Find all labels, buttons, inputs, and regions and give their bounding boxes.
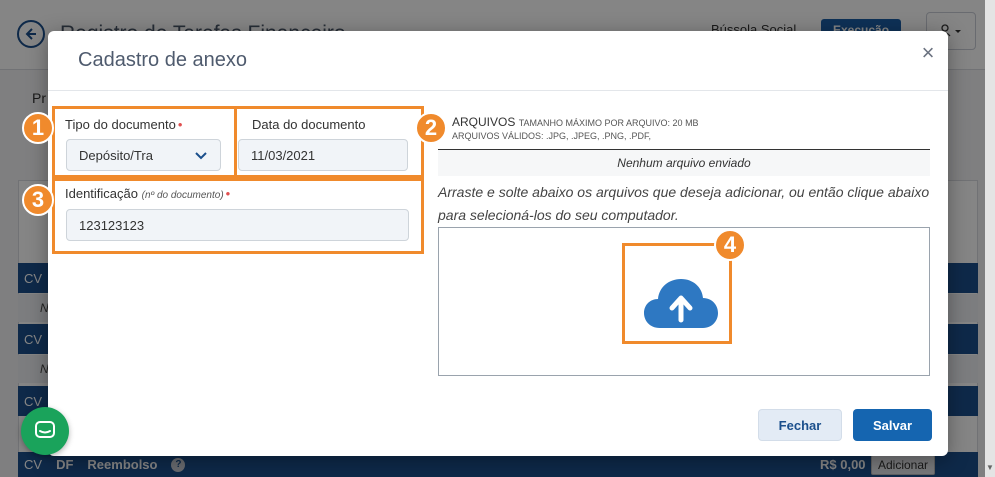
identification-field[interactable]: 123123123 bbox=[66, 209, 409, 241]
file-dropzone[interactable] bbox=[438, 227, 930, 376]
chevron-down-icon bbox=[195, 152, 207, 160]
doc-type-select[interactable]: Depósito/Tra bbox=[66, 139, 221, 171]
files-valid-types: ARQUIVOS VÁLIDOS: .JPG, .JPEG, .PNG, .PD… bbox=[452, 131, 652, 141]
doc-type-label: Tipo do documento • bbox=[65, 117, 183, 132]
doc-date-field[interactable]: 11/03/2021 bbox=[238, 139, 408, 171]
close-icon[interactable]: × bbox=[916, 41, 940, 65]
modal-title: Cadastro de anexo bbox=[78, 49, 248, 71]
page-scrollbar[interactable]: ▼ bbox=[985, 0, 995, 477]
attachment-modal: Cadastro de anexo × Tipo do documento • D… bbox=[48, 31, 948, 456]
identification-label: Identificação (nº do documento) • bbox=[65, 186, 231, 201]
annotation-badge-4: 4 bbox=[714, 229, 746, 261]
files-empty-message: Nenhum arquivo enviado bbox=[438, 149, 930, 176]
close-button[interactable]: Fechar bbox=[758, 409, 842, 441]
annotation-badge-1: 1 bbox=[22, 112, 54, 144]
cloud-upload-icon[interactable] bbox=[642, 276, 720, 331]
drop-instructions: Arraste e solte abaixo os arquivos que d… bbox=[438, 184, 930, 223]
chat-button[interactable] bbox=[21, 407, 69, 455]
save-button[interactable]: Salvar bbox=[853, 409, 932, 441]
annotation-badge-3: 3 bbox=[22, 184, 54, 216]
annotation-badge-2: 2 bbox=[415, 112, 447, 144]
doc-date-label: Data do documento bbox=[252, 117, 366, 132]
scroll-down-icon[interactable]: ▼ bbox=[986, 463, 994, 472]
modal-header: Cadastro de anexo × bbox=[48, 31, 948, 91]
files-title: ARQUIVOS TAMANHO MÁXIMO POR ARQUIVO: 20 … bbox=[452, 115, 699, 129]
chat-icon bbox=[35, 421, 55, 438]
